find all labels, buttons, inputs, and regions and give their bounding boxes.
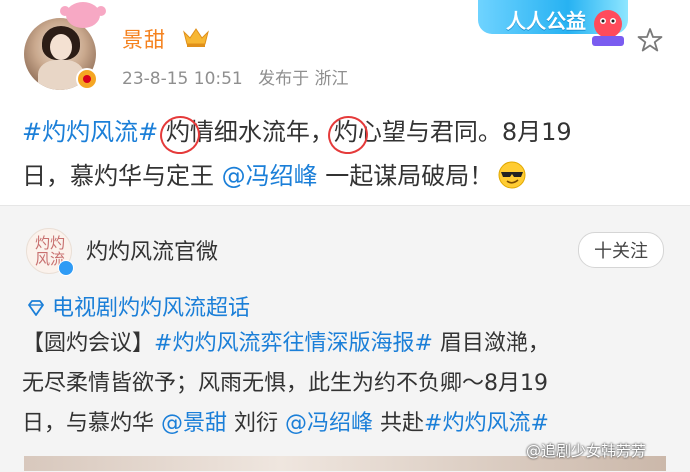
- post-meta: 23-8-15 10:51 发布于 浙江: [122, 64, 359, 89]
- post-timestamp: 23-8-15 10:51: [122, 69, 243, 89]
- topic-link[interactable]: #灼灼风流弈往情深版海报#: [154, 331, 433, 356]
- user-avatar[interactable]: [24, 18, 98, 90]
- repost-account-name[interactable]: 灼灼风流官微: [86, 234, 218, 266]
- supertopic-text: 电视剧灼灼风流超话: [52, 296, 251, 321]
- text-segment: 一起谋局破局！: [317, 162, 494, 190]
- text-segment: 无尽柔情皆欲予；风雨无惧，此生为约不负卿～8月19: [22, 371, 548, 396]
- post-location: 发布于 浙江: [258, 69, 349, 89]
- circled-char: 灼: [334, 110, 358, 154]
- topic-link[interactable]: #灼灼风流#: [22, 118, 158, 146]
- topic-link[interactable]: #灼灼风流#: [424, 411, 549, 436]
- text-segment: 眉目潋滟，: [432, 331, 550, 356]
- crown-icon: [183, 28, 209, 47]
- supertopic-link[interactable]: 电视剧灼灼风流超话: [26, 290, 250, 322]
- text-segment: 情细水流年，: [189, 118, 334, 146]
- banner-text: 人人公益: [506, 9, 586, 33]
- follow-button[interactable]: 十关注: [578, 232, 664, 268]
- post-text: #灼灼风流# 灼情细水流年，灼心望与君同。8月19 日，慕灼华与定王 @冯绍峰 …: [22, 110, 672, 198]
- diamond-icon: [28, 300, 44, 316]
- pig-icon: [60, 2, 106, 28]
- cool-emoji-icon: [498, 161, 526, 189]
- blue-verified-icon: [58, 260, 74, 276]
- text-segment: 日，与慕灼华: [22, 411, 161, 436]
- mention-link[interactable]: @冯绍峰: [285, 411, 373, 436]
- circled-char: 灼: [166, 110, 190, 154]
- username[interactable]: 景甜: [122, 24, 166, 54]
- mascot-icon: [592, 10, 624, 46]
- text-segment: 共赴: [373, 411, 425, 436]
- mention-link[interactable]: @景甜: [161, 411, 227, 436]
- mention-link[interactable]: @冯绍峰: [222, 162, 318, 190]
- repost-text: 【圆灼会议】#灼灼风流弈往情深版海报# 眉目潋滟， 无尽柔情皆欲予；风雨无惧，此…: [22, 324, 672, 444]
- star-icon[interactable]: [636, 26, 664, 54]
- post-header: 景甜 23-8-15 10:51 发布于 浙江 人人公益: [0, 0, 690, 110]
- text-segment: 日，慕灼华与定王: [22, 162, 222, 190]
- watermark: @追剧少女韩芳芳: [526, 442, 647, 460]
- verified-icon: [76, 68, 98, 90]
- repost-card[interactable]: 灼灼风流 灼灼风流官微 十关注 电视剧灼灼风流超话 【圆灼会议】#灼灼风流弈往情…: [0, 205, 690, 472]
- text-segment: 【圆灼会议】: [22, 331, 155, 356]
- text-segment: 心望与君同。8月19: [357, 118, 572, 146]
- text-segment: 刘衍: [227, 411, 286, 436]
